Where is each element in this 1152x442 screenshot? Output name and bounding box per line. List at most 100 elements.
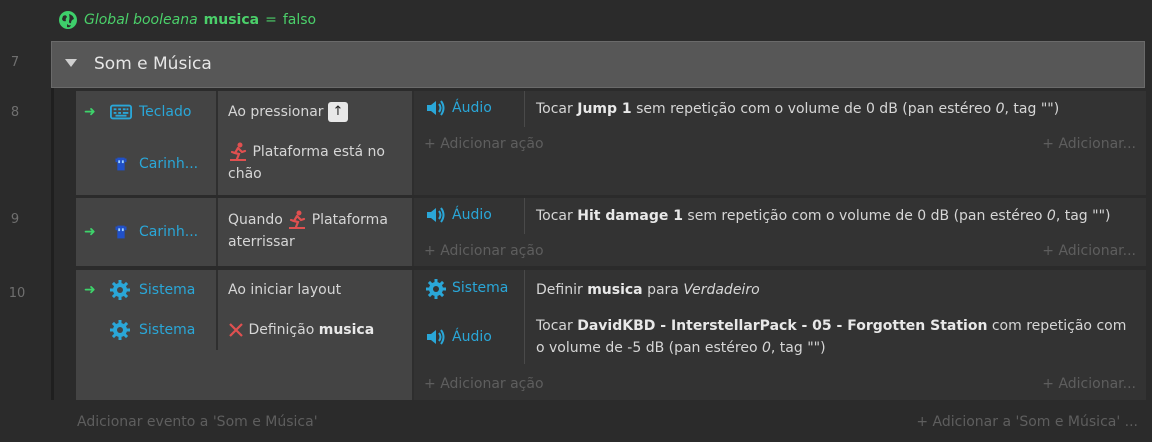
actions-column: Sistema Definir musica para Verdadeiro Á…	[414, 270, 1146, 400]
add-action-button[interactable]: + Adicionar ação	[424, 136, 544, 152]
collapse-triangle-icon[interactable]	[65, 59, 77, 67]
condition-object[interactable]: ➜ Carinh...	[76, 198, 216, 266]
add-more-label: Adicionar...	[1058, 376, 1136, 392]
add-action-label: Adicionar ação	[440, 243, 544, 259]
speaker-icon	[427, 100, 445, 116]
add-to-group-button[interactable]: + Adicionar a 'Som e Música' ...	[916, 414, 1138, 430]
character-sprite-icon	[115, 225, 127, 239]
speaker-icon	[427, 329, 445, 345]
condition-row[interactable]: Carinh... Plataforma está no chão	[76, 133, 412, 195]
action-object-name[interactable]: Sistema	[452, 280, 508, 296]
column-separator	[524, 91, 525, 127]
action-text-part: 0	[1046, 208, 1056, 224]
line-number: 8	[10, 105, 20, 120]
action-text-part: sem repetição com o volume de 0 dB (pan …	[687, 208, 1043, 224]
global-variable-type: Global booleana	[84, 12, 198, 28]
action-sound-name: Jump 1	[577, 101, 632, 117]
condition-label: Quando	[228, 212, 283, 228]
column-separator	[216, 133, 218, 195]
condition-label: Definição	[248, 322, 315, 338]
event-block[interactable]: ➜ Teclado Ao pressionar ↑ Carinh... Plat…	[76, 91, 1146, 195]
event-block[interactable]: ➜ Carinh... Quando Plataforma aterrissar	[76, 198, 1146, 266]
condition-object[interactable]: Sistema	[76, 310, 216, 350]
column-separator	[216, 310, 218, 350]
condition-text: Plataforma está no chão	[228, 141, 406, 185]
action-sound-name: DavidKBD - InterstellarPack - 05 - Forgo…	[577, 318, 988, 334]
invert-x-icon	[229, 323, 243, 337]
add-action-button[interactable]: + Adicionar ação	[424, 376, 544, 392]
action-object-name[interactable]: Áudio	[452, 100, 492, 116]
action-text-part: Tocar	[536, 208, 573, 224]
keyboard-icon	[110, 104, 132, 120]
column-separator	[524, 198, 525, 234]
condition-object[interactable]: ➜ Teclado	[76, 91, 216, 133]
action-object-name[interactable]: Áudio	[452, 329, 492, 345]
column-separator	[216, 91, 218, 133]
condition-row[interactable]: ➜ Sistema Ao iniciar layout	[76, 270, 412, 310]
condition-row[interactable]: ➜ Carinh... Quando Plataforma aterrissar	[76, 198, 412, 266]
global-variable-row[interactable]: Global booleana musica = falso	[58, 8, 316, 32]
gear-icon	[110, 280, 130, 300]
actions-column: Áudio Tocar Hit damage 1 sem repetição c…	[414, 198, 1146, 266]
action-text-part: , tag "")	[1004, 101, 1060, 117]
action-object-name[interactable]: Áudio	[452, 207, 492, 223]
add-event-button[interactable]: Adicionar evento a 'Som e Música'	[77, 414, 318, 430]
line-number: 9	[10, 212, 20, 227]
add-action-button[interactable]: + Adicionar ação	[424, 243, 544, 259]
action-text: Tocar Hit damage 1 sem repetição com o v…	[536, 205, 1136, 227]
global-variable-equals: =	[265, 12, 277, 28]
action-text-part: 0	[761, 340, 771, 356]
conditions-column: ➜ Carinh... Quando Plataforma aterrissar	[76, 198, 412, 266]
condition-object[interactable]: ➜ Sistema	[76, 270, 216, 310]
condition-text: Ao pressionar ↑	[228, 101, 406, 123]
condition-empty-area[interactable]	[76, 350, 412, 400]
action-sound-name: Hit damage 1	[577, 208, 683, 224]
add-more-button[interactable]: + Adicionar...	[1042, 243, 1136, 259]
character-sprite-icon	[115, 157, 127, 171]
add-more-label: Adicionar...	[1058, 243, 1136, 259]
global-variable-value: falso	[282, 12, 317, 28]
group-indent-line	[51, 88, 54, 400]
key-up-arrow-icon: ↑	[328, 102, 348, 122]
group-title: Som e Música	[94, 54, 212, 74]
condition-row[interactable]: Sistema Definição musica	[76, 310, 412, 350]
add-more-button[interactable]: + Adicionar...	[1042, 376, 1136, 392]
add-action-label: Adicionar ação	[440, 376, 544, 392]
action-row[interactable]: Sistema Definir musica para Verdadeiro	[414, 270, 1146, 364]
condition-object[interactable]: Carinh...	[76, 133, 216, 195]
add-to-group-label: Adicionar a 'Som e Música' ...	[932, 414, 1138, 430]
condition-object-name: Sistema	[139, 282, 196, 298]
trigger-arrow-icon: ➜	[84, 282, 96, 298]
action-text: Tocar Jump 1 sem repetição com o volume …	[536, 98, 1136, 120]
conditions-column: ➜ Sistema Ao iniciar layout Sistema Defi…	[76, 270, 412, 400]
action-text-part: Tocar	[536, 101, 573, 117]
globe-icon	[59, 11, 77, 29]
add-more-label: Adicionar...	[1058, 136, 1136, 152]
action-row[interactable]: Áudio Tocar Hit damage 1 sem repetição c…	[414, 198, 1146, 234]
condition-object-name: Carinh...	[139, 224, 199, 240]
add-more-button[interactable]: + Adicionar...	[1042, 136, 1136, 152]
condition-object-name: Carinh...	[139, 156, 199, 172]
action-text-part: Definir	[536, 282, 583, 298]
action-text-part: , tag "")	[770, 340, 826, 356]
gear-icon	[110, 320, 130, 340]
add-action-label: Adicionar ação	[440, 136, 544, 152]
condition-row[interactable]: ➜ Teclado Ao pressionar ↑	[76, 91, 412, 133]
conditions-column: ➜ Teclado Ao pressionar ↑ Carinh... Plat…	[76, 91, 412, 195]
action-text-part: para	[647, 282, 679, 298]
actions-column: Áudio Tocar Jump 1 sem repetição com o v…	[414, 91, 1146, 195]
column-separator	[216, 198, 218, 266]
platform-behavior-icon	[289, 210, 306, 229]
action-text-part: Tocar	[536, 318, 573, 334]
gear-icon	[426, 279, 446, 299]
condition-variable-name: musica	[318, 322, 375, 338]
action-row[interactable]: Áudio Tocar DavidKBD - InterstellarPack …	[414, 308, 1146, 364]
action-text-part: 0	[995, 101, 1005, 117]
column-separator	[216, 270, 218, 310]
event-block[interactable]: ➜ Sistema Ao iniciar layout Sistema Defi…	[76, 270, 1146, 400]
condition-object-name: Sistema	[139, 322, 196, 338]
event-group-header[interactable]: Som e Música	[51, 41, 1145, 88]
action-text-part: sem repetição com o volume de 0 dB (pan …	[636, 101, 992, 117]
action-row[interactable]: Áudio Tocar Jump 1 sem repetição com o v…	[414, 91, 1146, 127]
action-variable-name: musica	[587, 282, 643, 298]
